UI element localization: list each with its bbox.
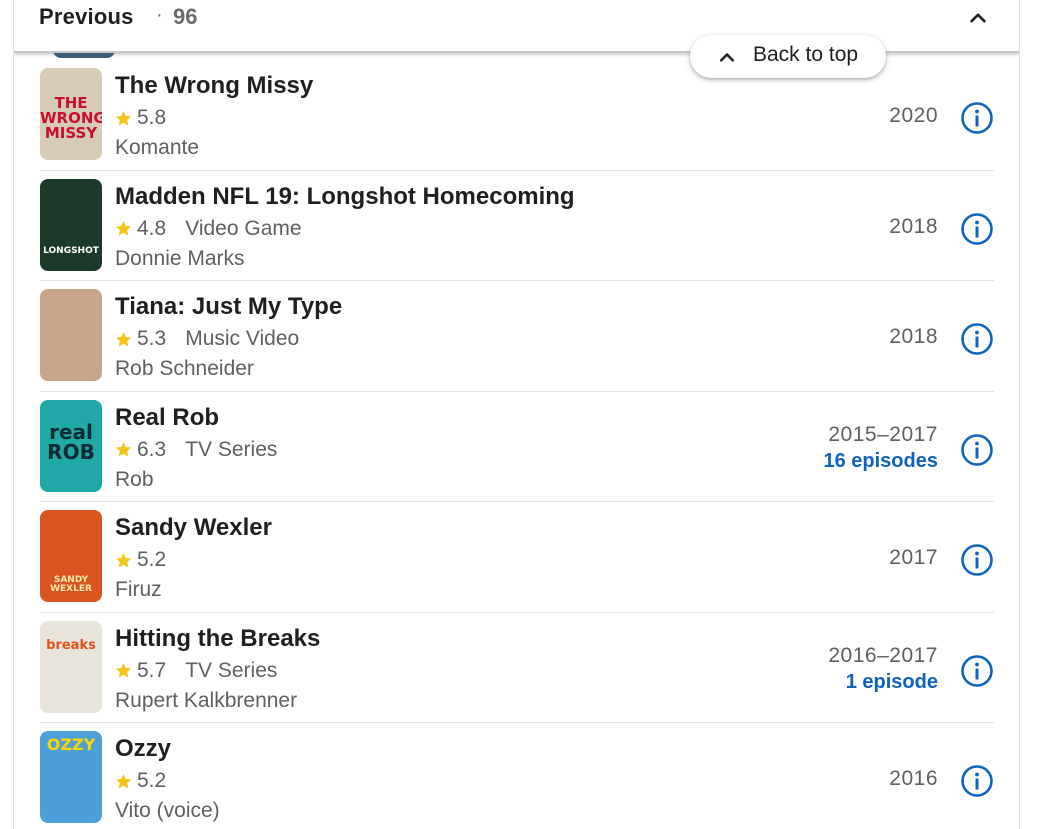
rating-value: 5.7 — [137, 658, 167, 682]
title-type: TV Series — [185, 658, 278, 682]
info-icon[interactable] — [960, 212, 994, 246]
credit-row[interactable]: real ROB Real Rob 6.3 TV Series Rob 2015… — [14, 392, 1019, 502]
character-role: Komante — [115, 136, 200, 159]
release-year: 2020 — [889, 104, 938, 127]
star-icon — [115, 441, 132, 457]
poster-title-art: SANDY WEXLER — [50, 575, 92, 594]
character-role: Rob — [115, 467, 154, 491]
section-title: Previous — [39, 4, 134, 29]
rating-value: 5.2 — [137, 769, 167, 792]
info-icon[interactable] — [960, 433, 994, 467]
character-role: Donnie Marks — [115, 246, 245, 270]
title-type: TV Series — [185, 437, 278, 461]
credit-meta: 5.8 — [114, 105, 166, 131]
credit-title[interactable]: The Wrong Missy — [115, 72, 313, 100]
credit-row[interactable]: LONGSHOT Madden NFL 19: Longshot Homecom… — [14, 171, 1019, 281]
release-year: 2016 — [889, 767, 938, 790]
episode-count-link[interactable]: 16 episodes — [823, 450, 938, 473]
poster-title-art: breaks — [46, 637, 96, 653]
poster-title-art: OZZY — [46, 735, 96, 754]
credit-meta: 6.3 TV Series — [114, 437, 277, 463]
chevron-up-icon — [719, 53, 735, 62]
credit-row[interactable]: OZZY Ozzy 5.2 Vito (voice) 2016 — [14, 723, 1019, 829]
poster-title-art: real ROB — [47, 419, 95, 464]
release-year: 2018 — [889, 325, 938, 348]
credit-row[interactable]: SANDY WEXLER Sandy Wexler 5.2 Firuz 2017 — [14, 502, 1019, 613]
credit-list: THE WRONG MISSY The Wrong Missy 5.8 Koma… — [14, 60, 1019, 829]
star-icon — [115, 331, 132, 347]
credit-title[interactable]: Tiana: Just My Type — [115, 293, 342, 321]
character-role: Rob Schneider — [115, 357, 254, 380]
character-role: Vito (voice) — [115, 799, 220, 822]
episode-count-link[interactable]: 1 episode — [846, 671, 938, 694]
poster-image[interactable]: LONGSHOT — [40, 178, 102, 271]
rating-value: 4.8 — [137, 216, 167, 240]
poster-image[interactable]: THE WRONG MISSY — [40, 68, 102, 160]
credit-meta: 5.7 TV Series — [114, 658, 277, 684]
release-year: 2018 — [889, 214, 938, 238]
credit-title[interactable]: Ozzy — [115, 735, 171, 763]
info-icon[interactable] — [960, 654, 994, 688]
info-icon[interactable] — [960, 101, 994, 135]
credit-title[interactable]: Madden NFL 19: Longshot Homecoming — [115, 183, 575, 211]
title-type: Video Game — [185, 216, 302, 240]
section-separator: · — [156, 4, 163, 26]
star-icon — [115, 662, 132, 678]
credit-row[interactable]: breaks Hitting the Breaks 5.7 TV Series … — [14, 613, 1019, 723]
credit-title[interactable]: Hitting the Breaks — [115, 625, 320, 653]
section-count: 96 — [173, 4, 198, 29]
credit-meta: 4.8 Video Game — [114, 216, 302, 242]
credit-meta: 5.2 — [114, 547, 166, 573]
star-icon — [115, 552, 132, 568]
info-icon[interactable] — [960, 764, 994, 798]
release-year: 2017 — [889, 546, 938, 569]
star-icon — [115, 773, 132, 789]
poster-image[interactable] — [40, 289, 102, 381]
chevron-up-icon — [970, 13, 986, 23]
poster-title-art: THE WRONG MISSY — [40, 94, 102, 142]
title-type: Music Video — [185, 327, 300, 350]
poster-title-art: LONGSHOT — [43, 245, 99, 256]
credit-title[interactable]: Sandy Wexler — [115, 514, 272, 542]
back-to-top-label: Back to top — [753, 43, 859, 66]
credit-meta: 5.3 Music Video — [114, 326, 299, 352]
poster-image[interactable]: OZZY — [40, 731, 102, 823]
back-to-top-button[interactable]: Back to top — [690, 35, 886, 78]
collapse-section-button[interactable] — [962, 2, 994, 34]
rating-value: 5.3 — [137, 327, 167, 350]
credit-row[interactable]: Tiana: Just My Type 5.3 Music Video Rob … — [14, 281, 1019, 392]
credit-title[interactable]: Real Rob — [115, 404, 219, 432]
star-icon — [115, 110, 132, 126]
character-role: Firuz — [115, 578, 162, 601]
character-role: Rupert Kalkbrenner — [115, 688, 298, 712]
credit-meta: 5.2 — [114, 768, 166, 794]
poster-image[interactable]: breaks — [40, 620, 102, 713]
release-year: 2015–2017 — [828, 422, 938, 446]
poster-image[interactable]: SANDY WEXLER — [40, 510, 102, 602]
info-icon[interactable] — [960, 543, 994, 577]
rating-value: 6.3 — [137, 437, 167, 461]
info-icon[interactable] — [960, 322, 994, 356]
release-year: 2016–2017 — [828, 643, 938, 667]
rating-value: 5.8 — [137, 106, 167, 129]
star-icon — [115, 220, 132, 236]
filmography-panel: Previous · 96 THE WRONG MISSY The Wrong … — [13, 0, 1020, 829]
poster-image[interactable]: real ROB — [40, 399, 102, 492]
rating-value: 5.2 — [137, 548, 167, 571]
